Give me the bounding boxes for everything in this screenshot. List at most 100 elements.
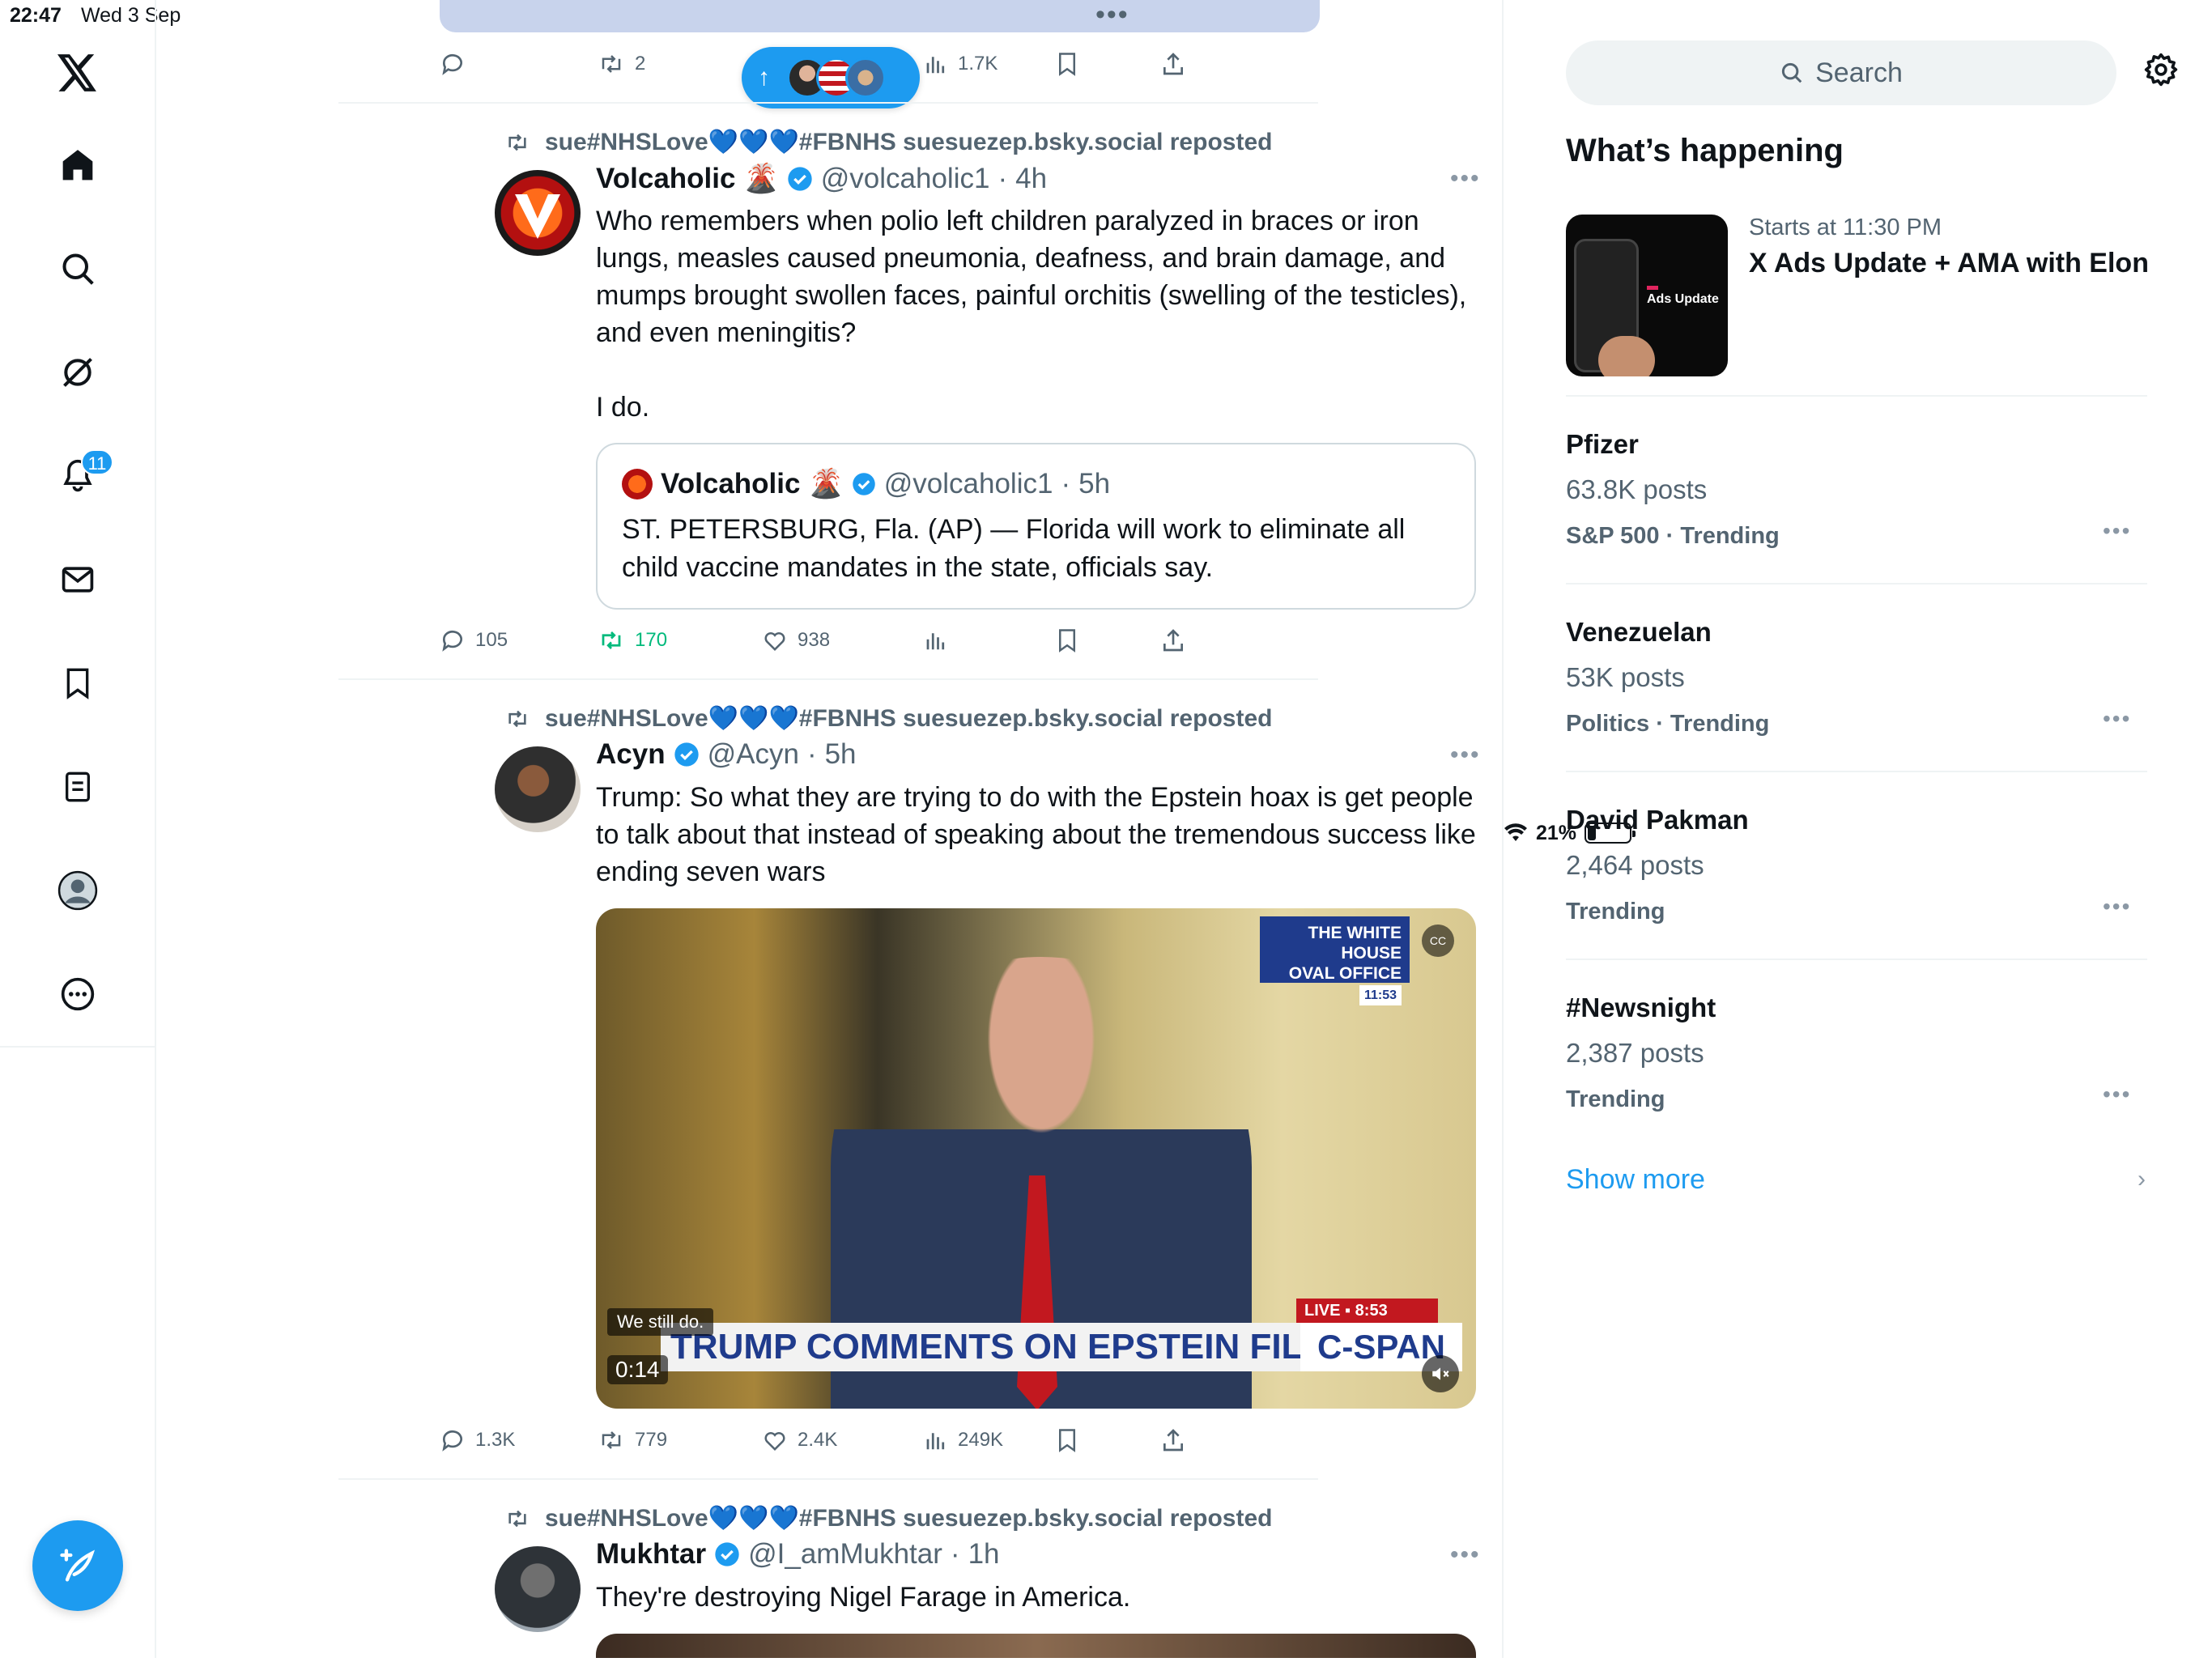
video-player[interactable]: THE WHITE HOUSE OVAL OFFICE 11:53 CC LIV… bbox=[596, 908, 1476, 1409]
sidebar-divider bbox=[1566, 583, 2147, 584]
post-time[interactable]: 1h bbox=[968, 1538, 1000, 1571]
post-time[interactable]: 4h bbox=[1015, 163, 1047, 195]
repost-icon bbox=[508, 134, 526, 151]
more-options-icon[interactable]: ••• bbox=[2103, 1082, 2131, 1107]
author-handle[interactable]: @I_amMukhtar bbox=[748, 1538, 942, 1571]
like-button[interactable]: 938 bbox=[762, 620, 830, 661]
left-nav: 11 bbox=[0, 0, 156, 1658]
trend-post-count: 63.8K posts bbox=[1566, 474, 1708, 504]
trend-category: Trending bbox=[1566, 1086, 1665, 1112]
bookmark-icon bbox=[1059, 1429, 1075, 1452]
share-button[interactable] bbox=[1160, 620, 1186, 661]
previous-tweet-media[interactable]: ••• bbox=[440, 0, 1320, 32]
trend-item[interactable]: Venezuelan 53K posts Politics · Trending… bbox=[1566, 617, 2147, 779]
quoted-author-name: Volcaholic 🌋 bbox=[661, 468, 844, 499]
settings-gear-icon[interactable] bbox=[2143, 52, 2179, 91]
event-thumbnail[interactable]: Ads Update bbox=[1566, 215, 1728, 376]
like-button[interactable]: 2.4K bbox=[762, 1420, 837, 1460]
repost-icon bbox=[508, 710, 526, 728]
video-chyron: TRUMP COMMENTS ON EPSTEIN FILES bbox=[661, 1323, 1365, 1371]
explore-search-icon[interactable] bbox=[53, 244, 102, 293]
trend-category: S&P 500 · Trending bbox=[1566, 523, 1780, 549]
bookmarks-icon[interactable] bbox=[53, 659, 102, 708]
event-start-time: Starts at 11:30 PM bbox=[1749, 215, 1942, 240]
tweet-header: Mukhtar @I_amMukhtar · 1h bbox=[596, 1538, 1000, 1571]
tweet-divider bbox=[338, 102, 1318, 104]
tweet-header: Acyn @Acyn · 5h bbox=[596, 738, 857, 771]
more-options-icon[interactable]: ••• bbox=[1450, 165, 1481, 193]
repost-button[interactable]: 2 bbox=[598, 44, 645, 84]
reply-button[interactable] bbox=[440, 44, 475, 84]
repost-button[interactable]: 779 bbox=[598, 1420, 667, 1460]
quoted-tweet-header: Volcaholic 🌋 @volcaholic1 · 5h bbox=[622, 467, 1110, 500]
more-options-icon[interactable] bbox=[53, 970, 102, 1018]
more-options-icon[interactable]: ••• bbox=[1450, 742, 1481, 769]
home-icon[interactable] bbox=[53, 141, 102, 189]
views-chart-icon bbox=[926, 1433, 945, 1450]
heart-icon bbox=[764, 632, 785, 652]
video-duration: 0:14 bbox=[607, 1355, 668, 1384]
share-icon bbox=[1163, 53, 1183, 75]
mute-button[interactable] bbox=[1422, 1355, 1459, 1392]
nav-divider bbox=[0, 1046, 156, 1048]
repost-attribution[interactable]: sue#NHSLove💙💙💙#FBNHS suesuezep.bsky.soci… bbox=[508, 128, 1272, 156]
event-title[interactable]: X Ads Update + AMA with Elon bbox=[1749, 248, 2149, 279]
views-button[interactable]: 1.7K bbox=[924, 44, 998, 84]
share-button[interactable] bbox=[1160, 44, 1186, 84]
more-options-icon[interactable]: ••• bbox=[2103, 518, 2131, 544]
trend-item[interactable]: Pfizer 63.8K posts S&P 500 · Trending ••… bbox=[1566, 429, 2147, 591]
avatar[interactable] bbox=[495, 1546, 581, 1632]
more-options-icon[interactable]: ••• bbox=[2103, 706, 2131, 732]
tweet-actions: 105 170 938 bbox=[440, 620, 1320, 661]
views-button[interactable] bbox=[924, 620, 948, 661]
verified-badge-icon bbox=[853, 472, 875, 495]
bookmark-button[interactable] bbox=[1055, 44, 1079, 84]
bookmark-button[interactable] bbox=[1055, 620, 1079, 661]
more-options-icon[interactable]: ••• bbox=[2103, 894, 2131, 920]
post-time[interactable]: 5h bbox=[825, 738, 857, 771]
views-chart-icon bbox=[926, 57, 945, 74]
avatar[interactable] bbox=[495, 170, 581, 256]
repost-attribution[interactable]: sue#NHSLove💙💙💙#FBNHS suesuezep.bsky.soci… bbox=[508, 704, 1272, 733]
messages-mail-icon[interactable] bbox=[53, 555, 102, 604]
grok-icon[interactable] bbox=[53, 348, 102, 397]
tweet-text: They're destroying Nigel Farage in Ameri… bbox=[596, 1582, 1131, 1613]
quoted-tweet[interactable]: Volcaholic 🌋 @volcaholic1 · 5h ST. PETER… bbox=[596, 443, 1476, 610]
views-chart-icon bbox=[926, 633, 945, 650]
show-more-link[interactable]: Show more bbox=[1566, 1164, 1705, 1196]
bookmark-button[interactable] bbox=[1055, 1420, 1079, 1460]
author-handle[interactable]: @Acyn bbox=[708, 738, 799, 771]
share-button[interactable] bbox=[1160, 1420, 1186, 1460]
trend-item[interactable]: David Pakman 2,464 posts Trending ••• bbox=[1566, 805, 2147, 967]
tweet-header: Volcaholic 🌋 @volcaholic1 · 4h bbox=[596, 162, 1047, 195]
views-button[interactable]: 249K bbox=[924, 1420, 1003, 1460]
author-name[interactable]: Acyn bbox=[596, 738, 666, 771]
reply-button[interactable]: 105 bbox=[440, 620, 508, 661]
author-name[interactable]: Mukhtar bbox=[596, 1538, 706, 1571]
trend-item[interactable]: #Newsnight 2,387 posts Trending ••• bbox=[1566, 993, 2147, 1154]
repost-icon bbox=[602, 1431, 621, 1449]
more-options-icon[interactable]: ••• bbox=[1450, 1541, 1481, 1569]
compose-post-button[interactable] bbox=[32, 1520, 123, 1611]
repost-button[interactable]: 170 bbox=[598, 620, 667, 661]
lists-icon[interactable] bbox=[53, 763, 102, 811]
right-sidebar: Search What’s happening Ads Update Start… bbox=[1504, 0, 2212, 1658]
trend-post-count: 2,387 posts bbox=[1566, 1038, 1704, 1068]
repost-attribution[interactable]: sue#NHSLove💙💙💙#FBNHS suesuezep.bsky.soci… bbox=[508, 1504, 1272, 1532]
reply-button[interactable]: 1.3K bbox=[440, 1420, 515, 1460]
x-logo-icon[interactable] bbox=[53, 49, 102, 97]
tweet-media-preview[interactable] bbox=[596, 1634, 1476, 1658]
author-handle[interactable]: @volcaholic1 bbox=[821, 163, 990, 195]
reply-icon bbox=[442, 53, 462, 75]
verified-badge-icon bbox=[788, 166, 812, 191]
new-posts-pill[interactable]: ↑ bbox=[742, 47, 920, 108]
author-name[interactable]: Volcaholic 🌋 bbox=[596, 162, 779, 195]
avatar[interactable] bbox=[495, 746, 581, 832]
quoted-post-time: 5h bbox=[1078, 467, 1111, 499]
trend-name: Venezuelan bbox=[1566, 617, 1712, 647]
arrow-up-icon: ↑ bbox=[758, 64, 770, 91]
tweet-text: Who remembers when polio left children p… bbox=[596, 206, 1467, 423]
profile-avatar-icon[interactable] bbox=[53, 866, 102, 915]
closed-captions-icon[interactable]: CC bbox=[1422, 925, 1454, 957]
search-input[interactable]: Search bbox=[1566, 40, 2116, 105]
